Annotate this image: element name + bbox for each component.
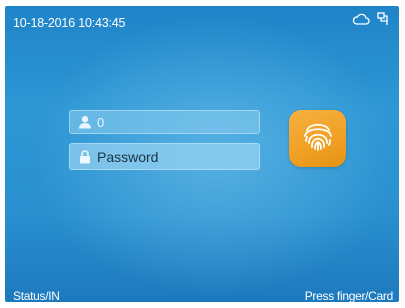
- fingerprint-icon: [298, 116, 338, 161]
- network-icon: [377, 12, 391, 26]
- password-placeholder: Password: [97, 148, 159, 165]
- lock-icon: [77, 149, 93, 165]
- status-label: Status/IN: [13, 289, 60, 302]
- fingerprint-button[interactable]: [289, 110, 346, 167]
- instruction-hint: Press finger/Card: [304, 289, 394, 302]
- device-screen: 10-18-2016 10:43:45 0 Password Status/IN…: [5, 6, 399, 302]
- status-bar: 10-18-2016 10:43:45: [5, 6, 399, 40]
- password-field[interactable]: Password: [69, 143, 260, 170]
- status-icons: [352, 12, 391, 26]
- cloud-icon: [352, 13, 370, 25]
- user-id-field[interactable]: 0: [69, 110, 260, 134]
- user-icon: [77, 114, 93, 130]
- datetime-display: 10-18-2016 10:43:45: [13, 16, 126, 30]
- user-id-value: 0: [97, 114, 105, 130]
